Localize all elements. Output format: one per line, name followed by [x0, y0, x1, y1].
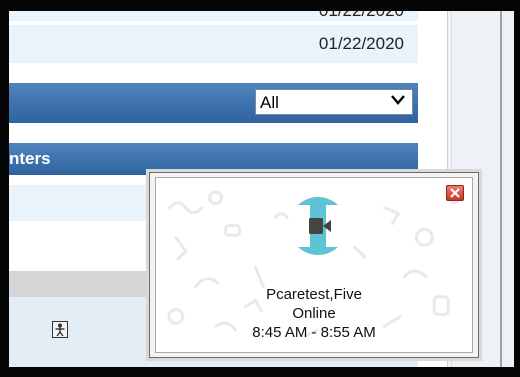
panel-divider [500, 11, 502, 367]
date-row-partial: 01/22/2020 [9, 11, 418, 21]
popup-body: Pcaretest,Five Online 8:45 AM - 8:55 AM [155, 177, 473, 353]
window-border-left [0, 0, 9, 377]
date-text-partial: 01/22/2020 [319, 11, 404, 21]
section-title: nters [9, 149, 51, 168]
window-border-bottom [0, 367, 520, 377]
video-camera-icon[interactable] [288, 196, 348, 256]
window-border-top [0, 0, 520, 11]
close-icon [450, 188, 460, 198]
filter-select-value: All [260, 93, 279, 112]
filter-bar: All [9, 83, 418, 123]
spacer-row [9, 123, 418, 143]
close-button[interactable] [446, 185, 464, 201]
appointment-notification-popup: Pcaretest,Five Online 8:45 AM - 8:55 AM [149, 172, 479, 358]
appointment-time: 8:45 AM - 8:55 AM [252, 324, 376, 341]
spacer-row [9, 63, 418, 83]
section-header: nters [9, 143, 418, 175]
chevron-down-icon [391, 95, 405, 105]
date-text: 01/22/2020 [318, 34, 404, 53]
filter-select[interactable]: All [255, 89, 413, 115]
window-border-right [514, 0, 520, 377]
patient-name: Pcaretest,Five [266, 286, 362, 303]
visit-status: Online [292, 305, 336, 322]
person-icon[interactable] [52, 321, 68, 338]
person-glyph-icon [55, 323, 65, 337]
date-row: 01/22/2020 [9, 25, 418, 63]
